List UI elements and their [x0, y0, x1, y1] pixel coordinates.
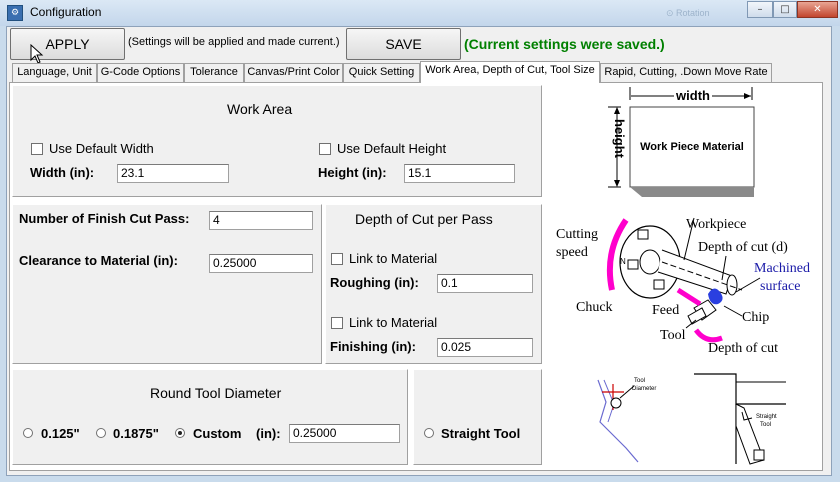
- tab-quick-setting[interactable]: Quick Setting: [343, 63, 420, 82]
- finish-cut-pass-input[interactable]: 4: [209, 211, 313, 230]
- diameter-01875-label: 0.1875": [113, 426, 159, 441]
- diameter-0125-label: 0.125": [41, 426, 80, 441]
- height-diagram-label: height: [612, 119, 627, 159]
- chuck-jaw-letter: N: [620, 257, 626, 266]
- background-window-text: ⊙ Rotation: [666, 8, 710, 18]
- save-button[interactable]: SAVE: [346, 28, 461, 60]
- use-default-height-checkbox[interactable]: [319, 143, 331, 155]
- cutting-speed-label-1: Cutting: [556, 227, 598, 242]
- tool-diagram-image: Tool Diameter Straight Tool: [576, 370, 790, 466]
- round-tool-panel: [12, 369, 408, 465]
- finishing-input[interactable]: 0.025: [437, 338, 533, 357]
- link-roughing-label: Link to Material: [349, 251, 438, 266]
- link-roughing-checkbox[interactable]: [331, 253, 343, 265]
- height-input[interactable]: 15.1: [404, 164, 515, 183]
- finishing-label: Finishing (in):: [330, 339, 416, 354]
- maximize-button[interactable]: □: [773, 1, 797, 18]
- clearance-label: Clearance to Material (in):: [19, 253, 178, 268]
- tab-work-area[interactable]: Work Area, Depth of Cut, Tool Size: [420, 61, 600, 83]
- diameter-custom-label: Custom: [193, 426, 242, 441]
- tab-language-unit[interactable]: Language, Unit: [12, 63, 97, 82]
- work-piece-image: width height Work Piece Material: [606, 86, 768, 198]
- radio-diameter-01875[interactable]: [96, 428, 106, 438]
- tab-rapid-cutting[interactable]: Rapid, Cutting, .Down Move Rate: [600, 63, 772, 82]
- work-piece-material-label: Work Piece Material: [640, 141, 744, 153]
- custom-diameter-input[interactable]: 0.25000: [289, 424, 400, 443]
- height-label: Height (in):: [318, 165, 387, 180]
- apply-note: (Settings will be applied and made curre…: [128, 36, 340, 48]
- depth-of-cut-label: Depth of cut: [708, 341, 778, 356]
- app-icon: ⚙: [7, 5, 23, 21]
- feed-label: Feed: [652, 303, 679, 318]
- chuck-label: Chuck: [576, 300, 613, 315]
- straight-tool-diagram-label-1: Straight: [756, 414, 777, 420]
- straight-tool-panel: [413, 369, 542, 465]
- machined-surface-label-2: surface: [760, 279, 800, 294]
- window-title: Configuration: [30, 5, 102, 19]
- clearance-input[interactable]: 0.25000: [209, 254, 313, 273]
- roughing-label: Roughing (in):: [330, 275, 419, 290]
- width-input[interactable]: 23.1: [117, 164, 229, 183]
- close-button[interactable]: ✕: [797, 1, 838, 18]
- tab-canvas-print-color[interactable]: Canvas/Print Color: [244, 63, 343, 82]
- tool-diameter-label-1: Tool: [634, 378, 645, 384]
- link-finishing-checkbox[interactable]: [331, 317, 343, 329]
- cutting-speed-label-2: speed: [556, 245, 588, 260]
- width-label: Width (in):: [30, 165, 95, 180]
- straight-tool-diagram-label-2: Tool: [760, 422, 771, 428]
- depth-of-cut-heading: Depth of Cut per Pass: [355, 211, 493, 227]
- workpiece-label: Workpiece: [686, 217, 746, 232]
- roughing-input[interactable]: 0.1: [437, 274, 533, 293]
- lathe-diagram-image: Cutting speed Workpiece Depth of cut (d)…: [546, 212, 818, 358]
- radio-diameter-custom[interactable]: [175, 428, 185, 438]
- chip-label: Chip: [742, 310, 769, 325]
- width-diagram-label: width: [675, 88, 710, 103]
- depth-of-cut-d-label: Depth of cut (d): [698, 240, 788, 255]
- work-area-heading: Work Area: [227, 101, 293, 117]
- mouse-cursor-icon: [30, 44, 44, 64]
- radio-diameter-0125[interactable]: [23, 428, 33, 438]
- tab-tolerance[interactable]: Tolerance: [184, 63, 244, 82]
- tool-diameter-label-2: Diameter: [632, 386, 656, 392]
- tool-label: Tool: [660, 328, 686, 343]
- round-tool-heading: Round Tool Diameter: [150, 385, 282, 401]
- minimize-button[interactable]: –: [747, 1, 773, 18]
- finish-cut-pass-label: Number of Finish Cut Pass:: [19, 211, 190, 226]
- custom-unit-label: (in):: [256, 426, 281, 441]
- use-default-width-label: Use Default Width: [49, 141, 154, 156]
- title-bar: [0, 0, 840, 26]
- saved-note: (Current settings were saved.): [464, 36, 665, 52]
- link-finishing-label: Link to Material: [349, 315, 438, 330]
- straight-tool-label: Straight Tool: [441, 426, 521, 441]
- use-default-width-checkbox[interactable]: [31, 143, 43, 155]
- tab-gcode-options[interactable]: G-Code Options: [97, 63, 184, 82]
- machined-surface-label-1: Machined: [754, 261, 810, 276]
- use-default-height-label: Use Default Height: [337, 141, 447, 156]
- radio-straight-tool[interactable]: [424, 428, 434, 438]
- apply-button[interactable]: APPLY: [10, 28, 125, 60]
